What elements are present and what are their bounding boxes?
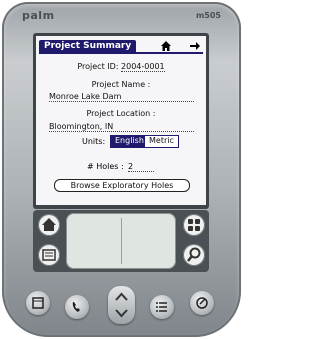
project-name-label: Project Name : — [91, 80, 151, 89]
right-arrow-icon[interactable] — [189, 40, 201, 52]
note-pad-icon[interactable] — [190, 291, 214, 315]
chevron-up-icon — [115, 292, 128, 318]
units-metric-button[interactable]: Metric — [144, 135, 179, 148]
app-screen: Project Summary Project ID: 2004-0001 Pr… — [36, 36, 206, 205]
project-location-label: Project Location : — [86, 109, 156, 118]
brand-logo: palm — [22, 9, 55, 22]
holes-field[interactable]: 2 — [128, 162, 154, 172]
project-id-row: Project ID: 2004-0001 — [36, 62, 206, 72]
units-label: Units: — [82, 137, 106, 146]
home-icon[interactable] — [38, 214, 60, 236]
project-name-field[interactable]: Monroe Lake Dam — [49, 92, 194, 102]
scroll-button[interactable] — [108, 286, 135, 324]
title-bar: Project Summary — [39, 40, 203, 54]
project-location-field[interactable]: Bloomington, IN — [49, 122, 194, 132]
project-id-value: 2004-0001 — [121, 62, 165, 72]
graffiti-divider — [121, 218, 122, 264]
holes-label: # Holes : — [87, 162, 124, 171]
browse-holes-button[interactable]: Browse Exploratory Holes — [54, 179, 190, 192]
menu-icon[interactable] — [38, 244, 60, 266]
title-underline — [39, 52, 203, 54]
model-label: m505 — [195, 11, 221, 20]
find-icon[interactable] — [183, 244, 205, 266]
date-book-icon[interactable] — [26, 291, 50, 315]
phone-book-icon[interactable] — [65, 295, 89, 319]
home-icon[interactable] — [160, 40, 172, 52]
apps-grid-icon[interactable] — [183, 214, 205, 236]
project-id-label: Project ID: — [77, 62, 119, 71]
todo-icon[interactable] — [150, 295, 174, 319]
